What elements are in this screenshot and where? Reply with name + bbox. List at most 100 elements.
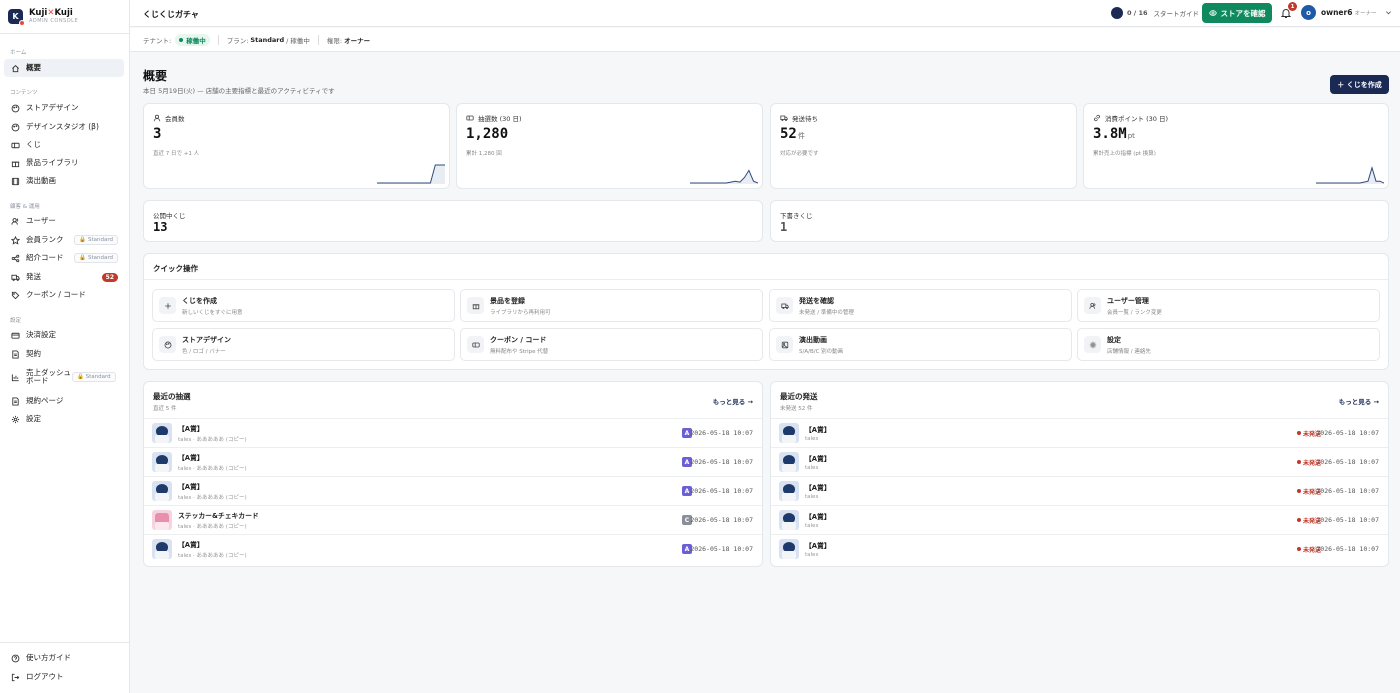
sidebar-item-design-studio[interactable]: デザインスタジオ (β) xyxy=(4,118,124,136)
store-name: くじくじガチャ xyxy=(143,10,199,19)
create-kuji-button[interactable]: ＋ くじを作成 xyxy=(1330,75,1389,94)
sidebar-item-referral-code[interactable]: 紹介コード 🔒 Standard xyxy=(4,249,124,267)
gear-icon xyxy=(11,415,20,423)
sidebar-item-sales-dashboard[interactable]: 売上ダッシュボード 🔒 Standard xyxy=(4,365,124,389)
recent-shipments-title: 最近の発送 xyxy=(780,392,818,401)
truck-icon xyxy=(780,115,788,122)
sidebar-item-settings[interactable]: 設定 xyxy=(4,410,124,428)
sidebar-divider xyxy=(0,642,129,643)
sidebar-item-member-rank[interactable]: 会員ランク 🔒 Standard xyxy=(4,231,124,249)
stat-card-members: 会員数 3 直近 7 日で +1 人 xyxy=(143,103,450,189)
recent-draws-more-link[interactable]: もっと見る → xyxy=(713,396,753,406)
quick-action-coupon[interactable]: クーポン / コード 無料配布や Stripe 代替 xyxy=(460,328,763,361)
role-name: オーナー xyxy=(344,36,371,45)
prize-thumbnail xyxy=(152,423,172,443)
view-store-button[interactable]: ストアを確認 xyxy=(1202,3,1272,23)
draw-date: 2026-05-18 10:07 xyxy=(690,487,753,495)
truck-icon xyxy=(11,274,20,281)
user-icon xyxy=(153,114,161,122)
shipment-row[interactable]: 【A賞】 tales 未発送 2026-05-18 10:07 xyxy=(771,476,1388,505)
sidebar-item-guide[interactable]: 使い方ガイド xyxy=(4,649,124,667)
sidebar-item-store-design[interactable]: ストアデザイン xyxy=(4,99,124,117)
share-icon xyxy=(11,254,20,262)
sidebar-item-prize-library[interactable]: 景品ライブラリ xyxy=(4,154,124,172)
plus-icon xyxy=(164,302,171,309)
quick-action-create-kuji[interactable]: くじを作成 新しいくじをすぐに用意 xyxy=(152,289,455,322)
quick-action-settings[interactable]: 設定 店舗情報 / 連絡先 xyxy=(1077,328,1380,361)
draw-row[interactable]: 【A賞】 tales · あああああ (コピー) A 2026-05-18 10:… xyxy=(144,476,762,505)
ticket-icon xyxy=(466,115,474,121)
shipment-row[interactable]: 【A賞】 tales 未発送 2026-05-18 10:07 xyxy=(771,447,1388,476)
sidebar-item-overview[interactable]: 概要 xyxy=(4,59,124,77)
sidebar-item-payment[interactable]: 決済設定 xyxy=(4,326,124,344)
sparkline xyxy=(377,164,445,184)
sidebar-item-logout[interactable]: ログアウト xyxy=(4,668,124,686)
sidebar-item-shipping[interactable]: 発送 52 xyxy=(4,268,124,286)
page-subtitle: 本日 5月19日(火) — 店舗の主要指標と最近のアクティビティです xyxy=(143,87,335,95)
sidebar-item-videos[interactable]: 演出動画 xyxy=(4,172,124,190)
stat-card-draft-kuji[interactable]: 下書きくじ 1 xyxy=(770,200,1389,242)
stat-value: 1 xyxy=(780,220,788,234)
shipment-row[interactable]: 【A賞】 tales 未発送 2026-05-18 10:07 xyxy=(771,418,1388,447)
quick-action-store-design[interactable]: ストアデザイン色 / ロゴ / バナー xyxy=(152,328,455,361)
sidebar-item-coupon[interactable]: クーポン / コード xyxy=(4,286,124,304)
recent-shipments-more-link[interactable]: もっと見る → xyxy=(1339,396,1379,406)
stat-card-points: 消費ポイント (30 日) 3.8Mpt 累計売上の指標 (pt 換算) xyxy=(1083,103,1389,189)
section-customers: 顧客 & 運用 xyxy=(10,204,40,210)
stat-value: 3.8Mpt xyxy=(1093,126,1135,142)
stat-value: 13 xyxy=(153,220,168,234)
shipment-row[interactable]: 【A賞】 tales 未発送 2026-05-18 10:07 xyxy=(771,534,1388,563)
tag-icon xyxy=(11,291,20,299)
user-menu[interactable]: o owner6 オーナー xyxy=(1301,5,1392,20)
stat-value: 1,280 xyxy=(466,126,509,142)
image-icon xyxy=(781,341,788,348)
stat-card-published-kuji[interactable]: 公開中くじ 13 xyxy=(143,200,763,242)
stat-note: 累計売上の指標 (pt 換算) xyxy=(1093,151,1156,157)
shipment-date: 2026-05-18 10:07 xyxy=(1316,516,1379,524)
draw-row[interactable]: ステッカー&チェキカード tales · あああああ (コピー) C 2026-0… xyxy=(144,505,762,534)
stat-note: 累計 1,280 回 xyxy=(466,151,502,157)
prize-thumbnail xyxy=(779,452,799,472)
brand-name: Kuji✕Kuji xyxy=(29,7,73,18)
draw-row[interactable]: 【A賞】 tales · あああああ (コピー) A 2026-05-18 10:… xyxy=(144,534,762,563)
palette-icon xyxy=(164,341,171,348)
topbar: くじくじガチャ 0 / 16 スタートガイド ストアを確認 1 o owner6… xyxy=(130,0,1400,27)
quick-action-register-prize[interactable]: 景品を登録 ライブラリから再利用可 xyxy=(460,289,763,322)
shipment-row[interactable]: 【A賞】 tales 未発送 2026-05-18 10:07 xyxy=(771,505,1388,534)
shipment-date: 2026-05-18 10:07 xyxy=(1316,545,1379,553)
sidebar-item-terms[interactable]: 規約ページ xyxy=(4,392,124,410)
quick-action-videos[interactable]: 演出動画 S/A/B/C 別の動画 xyxy=(769,328,1072,361)
shipping-count-badge: 52 xyxy=(101,272,118,282)
prize-thumbnail xyxy=(152,481,172,501)
avatar: o xyxy=(1301,5,1316,20)
plan-name: Standard xyxy=(250,35,285,44)
draw-row[interactable]: 【A賞】 tales · あああああ (コピー) A 2026-05-18 10:… xyxy=(144,447,762,476)
stat-card-draws: 抽選数 (30 日) 1,280 累計 1,280 回 xyxy=(456,103,763,189)
sparkline xyxy=(1316,165,1384,184)
sparkline xyxy=(690,169,758,184)
sidebar-item-kuji[interactable]: くじ xyxy=(4,136,124,154)
stat-value: 52件 xyxy=(780,126,805,142)
start-guide-progress[interactable]: 0 / 16 スタートガイド xyxy=(1111,7,1199,19)
prize-thumbnail xyxy=(779,481,799,501)
prize-thumbnail xyxy=(152,539,172,559)
ticket-icon xyxy=(11,142,20,148)
gift-icon xyxy=(11,161,20,167)
draw-date: 2026-05-18 10:07 xyxy=(690,545,753,553)
draw-row[interactable]: 【A賞】 tales · あああああ (コピー) A 2026-05-18 10:… xyxy=(144,418,762,447)
chart-icon xyxy=(11,373,19,381)
sidebar-item-contract[interactable]: 契約 xyxy=(4,345,124,363)
brand[interactable]: K Kuji✕Kuji ADMIN CONSOLE xyxy=(0,0,129,34)
progress-ring-icon xyxy=(1111,7,1123,19)
sidebar: K Kuji✕Kuji ADMIN CONSOLE ホーム 概要 コンテンツ ス… xyxy=(0,0,130,693)
quick-action-user-management[interactable]: ユーザー管理 会員一覧 / ランク変更 xyxy=(1077,289,1380,322)
shipment-date: 2026-05-18 10:07 xyxy=(1316,487,1379,495)
section-content: コンテンツ xyxy=(10,90,38,96)
standard-plan-tag: 🔒 Standard xyxy=(74,253,118,263)
shipment-date: 2026-05-18 10:07 xyxy=(1316,458,1379,466)
quick-action-check-shipping[interactable]: 発送を確認 未発送 / 準備中の管理 xyxy=(769,289,1072,322)
brand-logo: K xyxy=(8,9,25,26)
sidebar-item-users[interactable]: ユーザー xyxy=(4,212,124,230)
home-icon xyxy=(12,64,19,72)
sparkline-area xyxy=(1316,167,1384,184)
